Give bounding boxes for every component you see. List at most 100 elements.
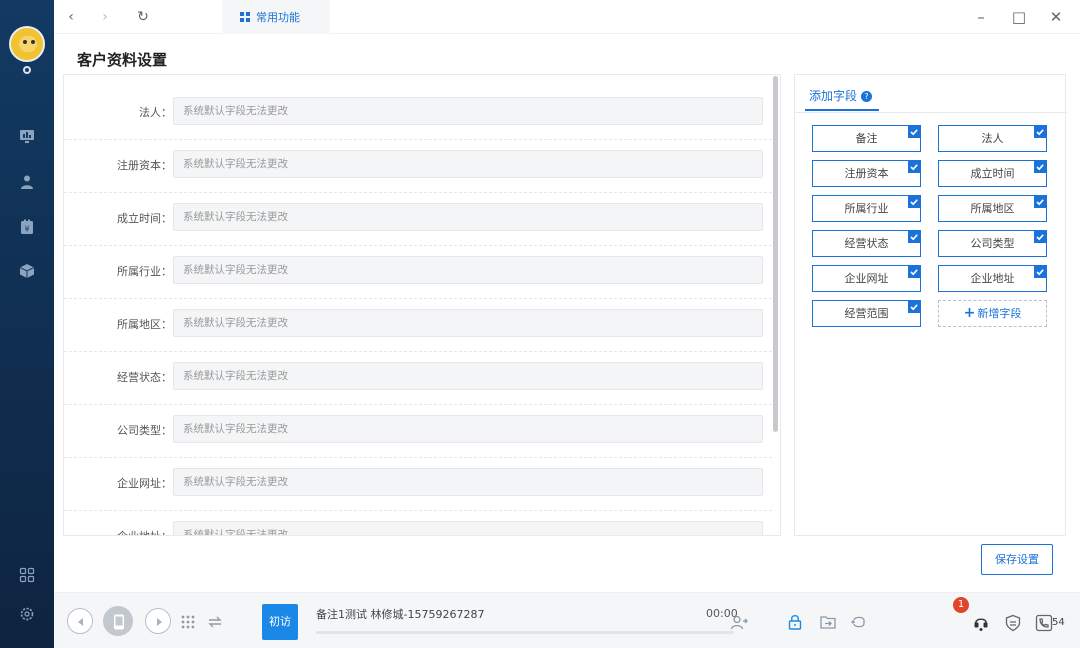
- close-button[interactable]: ✕: [1047, 8, 1065, 26]
- form-row: 注册资本： 系统默认字段无法更改: [64, 140, 772, 193]
- triangle-right-icon: [157, 618, 162, 626]
- field-chip[interactable]: 企业网址: [812, 265, 921, 292]
- field-chip[interactable]: 备注: [812, 125, 921, 152]
- form-row-field[interactable]: 系统默认字段无法更改: [173, 521, 763, 535]
- add-new-field-label: 新增字段: [977, 307, 1022, 320]
- form-row: 所属地区： 系统默认字段无法更改: [64, 299, 772, 352]
- call-info-text: 备注1测试 林修城-15759267287: [316, 608, 485, 621]
- form-scrollbar[interactable]: [771, 74, 780, 536]
- checkmark-icon[interactable]: [908, 301, 920, 313]
- scrollbar-thumb[interactable]: [773, 76, 778, 432]
- wallet-icon[interactable]: ¥: [19, 219, 35, 235]
- form-row-field[interactable]: 系统默认字段无法更改: [173, 97, 763, 125]
- call-count: 54: [1052, 617, 1065, 628]
- form-row-label: 公司类型：: [117, 424, 172, 437]
- callback-icon[interactable]: [850, 613, 868, 631]
- field-chip[interactable]: 所属地区: [938, 195, 1047, 222]
- field-chip-label: 所属地区: [970, 202, 1015, 215]
- field-chip-label: 备注: [855, 132, 878, 145]
- field-chip[interactable]: 企业地址: [938, 265, 1047, 292]
- transfer-icon[interactable]: [206, 613, 224, 631]
- field-chip[interactable]: 经营范围: [812, 300, 921, 327]
- phone-device-button[interactable]: [103, 606, 133, 636]
- headset-icon[interactable]: [972, 614, 990, 632]
- back-button[interactable]: ‹: [62, 8, 80, 26]
- folder-transfer-icon[interactable]: [819, 613, 837, 631]
- field-chip[interactable]: 法人: [938, 125, 1047, 152]
- call-control-bar: 初访 备注1测试 林修城-15759267287 00:00 1 54: [54, 592, 1080, 648]
- first-visit-button[interactable]: 初访: [262, 604, 298, 640]
- page-title: 客户资料设置: [77, 51, 168, 69]
- form-row-label: 企业网址：: [117, 477, 172, 490]
- user-avatar[interactable]: [9, 26, 45, 62]
- form-row: 企业地址：系统默认字段无法更改: [64, 511, 772, 535]
- field-chip[interactable]: 公司类型: [938, 230, 1047, 257]
- minimize-button[interactable]: –: [972, 8, 990, 26]
- apps-grid-icon[interactable]: [19, 567, 35, 583]
- maximize-button[interactable]: □: [1010, 8, 1028, 26]
- form-row-label: 注册资本：: [117, 159, 172, 172]
- help-icon[interactable]: ?: [861, 91, 873, 102]
- add-new-field-button[interactable]: + 新增字段: [938, 300, 1047, 327]
- field-chip[interactable]: 所属行业: [812, 195, 921, 222]
- form-row-field[interactable]: 系统默认字段无法更改: [173, 415, 763, 443]
- refresh-button[interactable]: ↻: [134, 8, 152, 26]
- checkmark-icon[interactable]: [1034, 266, 1046, 278]
- field-chip[interactable]: 经营状态: [812, 230, 921, 257]
- avatar-eye: [23, 40, 27, 44]
- checkmark-icon[interactable]: [1034, 231, 1046, 243]
- avatar-face: [19, 36, 37, 52]
- package-icon[interactable]: [19, 263, 35, 279]
- form-row: 企业网址： 系统默认字段无法更改: [64, 458, 772, 511]
- tab-divider: [795, 112, 1067, 113]
- lock-icon[interactable]: [786, 613, 804, 631]
- user-transfer-icon[interactable]: [730, 614, 748, 632]
- service-shield-icon[interactable]: [1004, 614, 1022, 632]
- form-row-field[interactable]: 系统默认字段无法更改: [173, 362, 763, 390]
- form-row-field[interactable]: 系统默认字段无法更改: [173, 203, 763, 231]
- form-row: 成立时间： 系统默认字段无法更改: [64, 193, 772, 246]
- online-status-dot[interactable]: [23, 66, 31, 74]
- checkmark-icon[interactable]: [908, 161, 920, 173]
- dashboard-icon[interactable]: [19, 128, 35, 144]
- forward-button[interactable]: ›: [96, 8, 114, 26]
- top-bar: ‹ › ↻ 常用功能 – □ ✕: [54, 0, 1080, 34]
- field-chip[interactable]: 注册资本: [812, 160, 921, 187]
- settings-icon[interactable]: [19, 606, 35, 622]
- plus-icon: +: [963, 305, 976, 321]
- save-settings-button[interactable]: 保存设置: [981, 544, 1053, 575]
- form-row-label: 法人：: [139, 106, 172, 119]
- customer-icon[interactable]: [19, 174, 35, 190]
- checkmark-icon[interactable]: [908, 126, 920, 138]
- field-chip-label: 所属行业: [844, 202, 889, 215]
- field-chip[interactable]: 成立时间: [938, 160, 1047, 187]
- checkmark-icon[interactable]: [1034, 196, 1046, 208]
- chevron-left-icon: ‹: [68, 9, 74, 25]
- triangle-left-icon: [78, 618, 83, 626]
- field-chip-label: 法人: [981, 132, 1004, 145]
- form-row-field[interactable]: 系统默认字段无法更改: [173, 468, 763, 496]
- dialpad-icon[interactable]: [179, 613, 197, 631]
- checkmark-icon[interactable]: [1034, 126, 1046, 138]
- chevron-right-icon: ›: [102, 9, 108, 25]
- form-row: 公司类型： 系统默认字段无法更改: [64, 405, 772, 458]
- tab-add-fields[interactable]: 添加字段?: [809, 87, 873, 104]
- field-chip-label: 公司类型: [970, 237, 1015, 250]
- checkmark-icon[interactable]: [1034, 161, 1046, 173]
- checkmark-icon[interactable]: [908, 266, 920, 278]
- tab-common-functions[interactable]: 常用功能: [222, 0, 330, 34]
- phone-count-icon[interactable]: [1035, 614, 1053, 632]
- form-row-field[interactable]: 系统默认字段无法更改: [173, 256, 763, 284]
- form-row-field[interactable]: 系统默认字段无法更改: [173, 150, 763, 178]
- form-row-field[interactable]: 系统默认字段无法更改: [173, 309, 763, 337]
- form-row-label: 所属行业：: [117, 265, 172, 278]
- form-row-label: 企业地址：: [64, 528, 172, 535]
- field-chip-label: 企业网址: [844, 272, 889, 285]
- form-row: 经营状态： 系统默认字段无法更改: [64, 352, 772, 405]
- form-row: 法人： 系统默认字段无法更改: [64, 87, 772, 140]
- checkmark-icon[interactable]: [908, 196, 920, 208]
- minimize-icon: –: [977, 8, 985, 26]
- previous-button[interactable]: [67, 608, 93, 634]
- next-button[interactable]: [145, 608, 171, 634]
- checkmark-icon[interactable]: [908, 231, 920, 243]
